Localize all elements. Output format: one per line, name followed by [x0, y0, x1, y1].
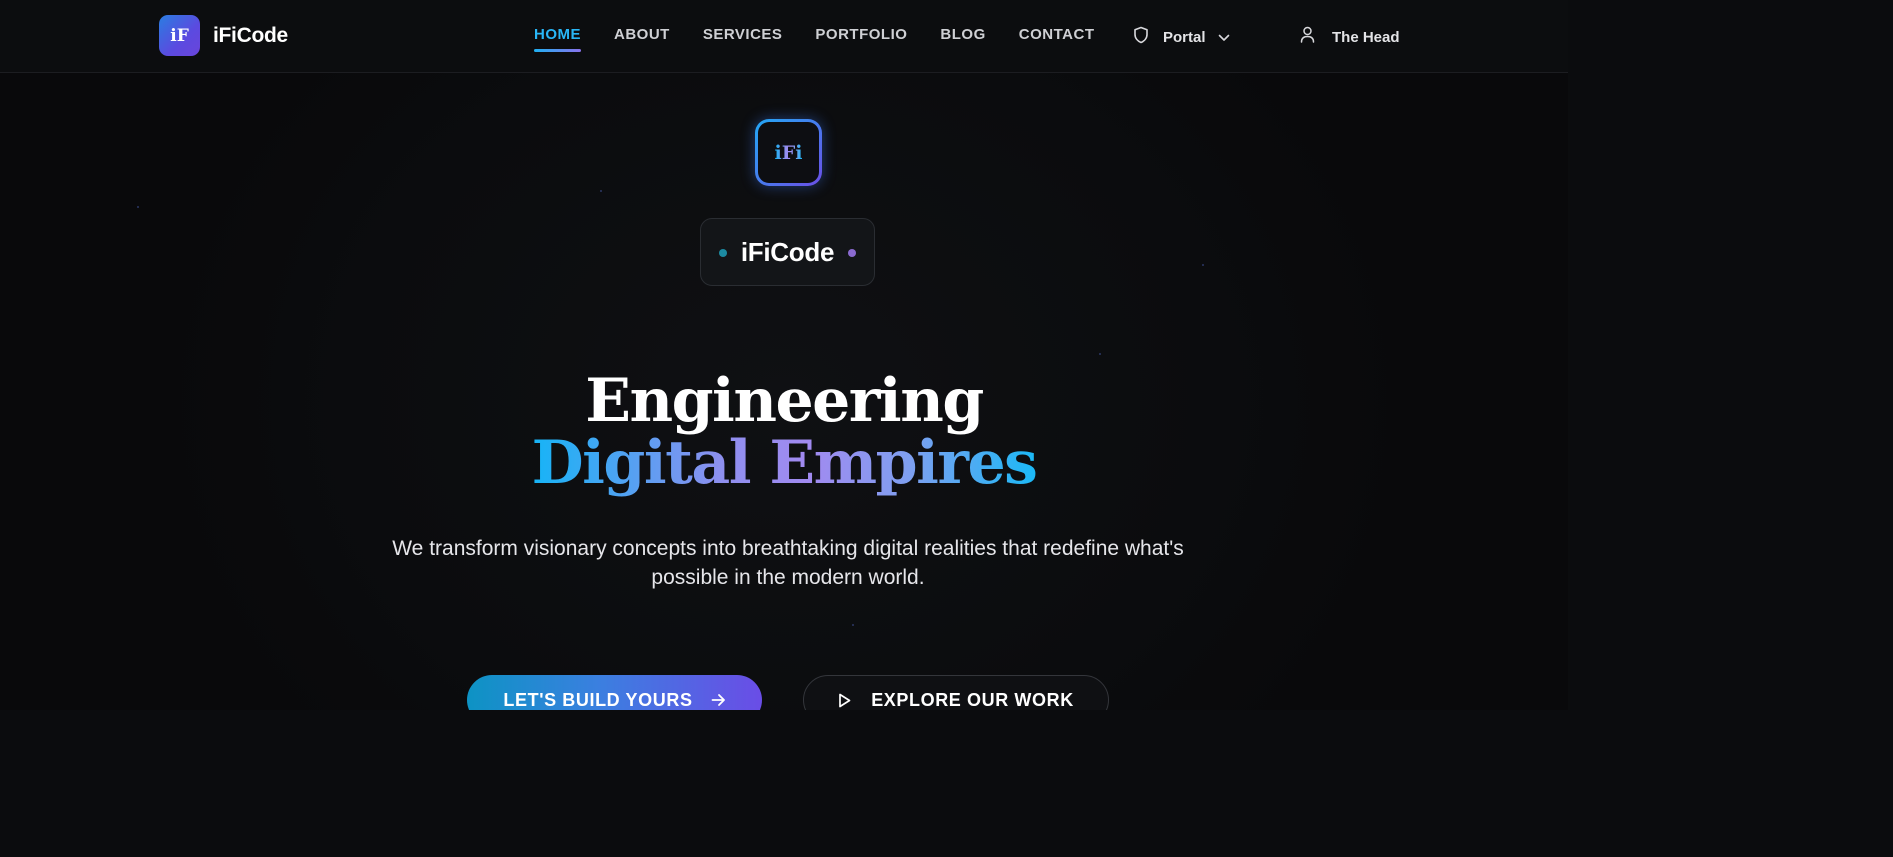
- brand-logo-text: iF: [170, 25, 189, 46]
- headline-line-2: Digital Empires: [0, 428, 1568, 498]
- background-star: [600, 190, 602, 192]
- main-nav: HOME ABOUT SERVICES PORTFOLIO BLOG CONTA…: [534, 26, 1127, 52]
- background-star: [852, 624, 854, 626]
- build-yours-label: LET'S BUILD YOURS: [503, 689, 693, 710]
- explore-work-label: EXPLORE OUR WORK: [871, 689, 1074, 710]
- badge-text: iFiCode: [740, 236, 835, 267]
- chevron-down-icon: [1218, 29, 1230, 47]
- brand-logo: iF: [159, 15, 200, 56]
- brand-link[interactable]: iF iFiCode: [159, 15, 288, 56]
- background-star: [1099, 353, 1101, 355]
- brand-badge: iFiCode: [700, 218, 875, 286]
- badge-dot-right: [848, 249, 856, 257]
- user-name: The Head: [1332, 28, 1400, 46]
- hero-subtitle: We transform visionary concepts into bre…: [392, 537, 1184, 589]
- brand-name: iFiCode: [213, 23, 288, 47]
- play-icon: [838, 693, 851, 708]
- nav-link-portfolio[interactable]: PORTFOLIO: [815, 26, 907, 43]
- nav-link-home[interactable]: HOME: [534, 26, 581, 52]
- background-star: [137, 206, 139, 208]
- badge-dot-left: [719, 249, 727, 257]
- headline-line-1: Engineering: [585, 366, 984, 436]
- nav-link-about[interactable]: ABOUT: [614, 26, 670, 43]
- nav-link-blog[interactable]: BLOG: [940, 26, 985, 43]
- navbar: iF iFiCode HOME ABOUT SERVICES PORTFOLIO…: [0, 0, 1568, 73]
- arrow-right-icon: [711, 693, 726, 707]
- explore-work-button[interactable]: EXPLORE OUR WORK: [803, 675, 1109, 710]
- nav-link-services[interactable]: SERVICES: [703, 26, 783, 43]
- hero-logo-icon: iFi: [755, 119, 822, 186]
- nav-link-contact[interactable]: CONTACT: [1019, 26, 1095, 43]
- build-yours-button[interactable]: LET'S BUILD YOURS: [467, 675, 762, 710]
- page: iF iFiCode HOME ABOUT SERVICES PORTFOLIO…: [0, 0, 1568, 710]
- portal-label: Portal: [1163, 29, 1206, 46]
- background-star: [1202, 264, 1204, 266]
- hero-logo-text: iFi: [774, 141, 803, 164]
- headline-gradient-text: Digital Empires: [531, 428, 1038, 498]
- user-menu[interactable]: The Head: [1300, 26, 1400, 48]
- shield-icon: [1133, 26, 1149, 49]
- user-icon: [1300, 26, 1315, 48]
- portal-dropdown[interactable]: Portal: [1133, 26, 1230, 49]
